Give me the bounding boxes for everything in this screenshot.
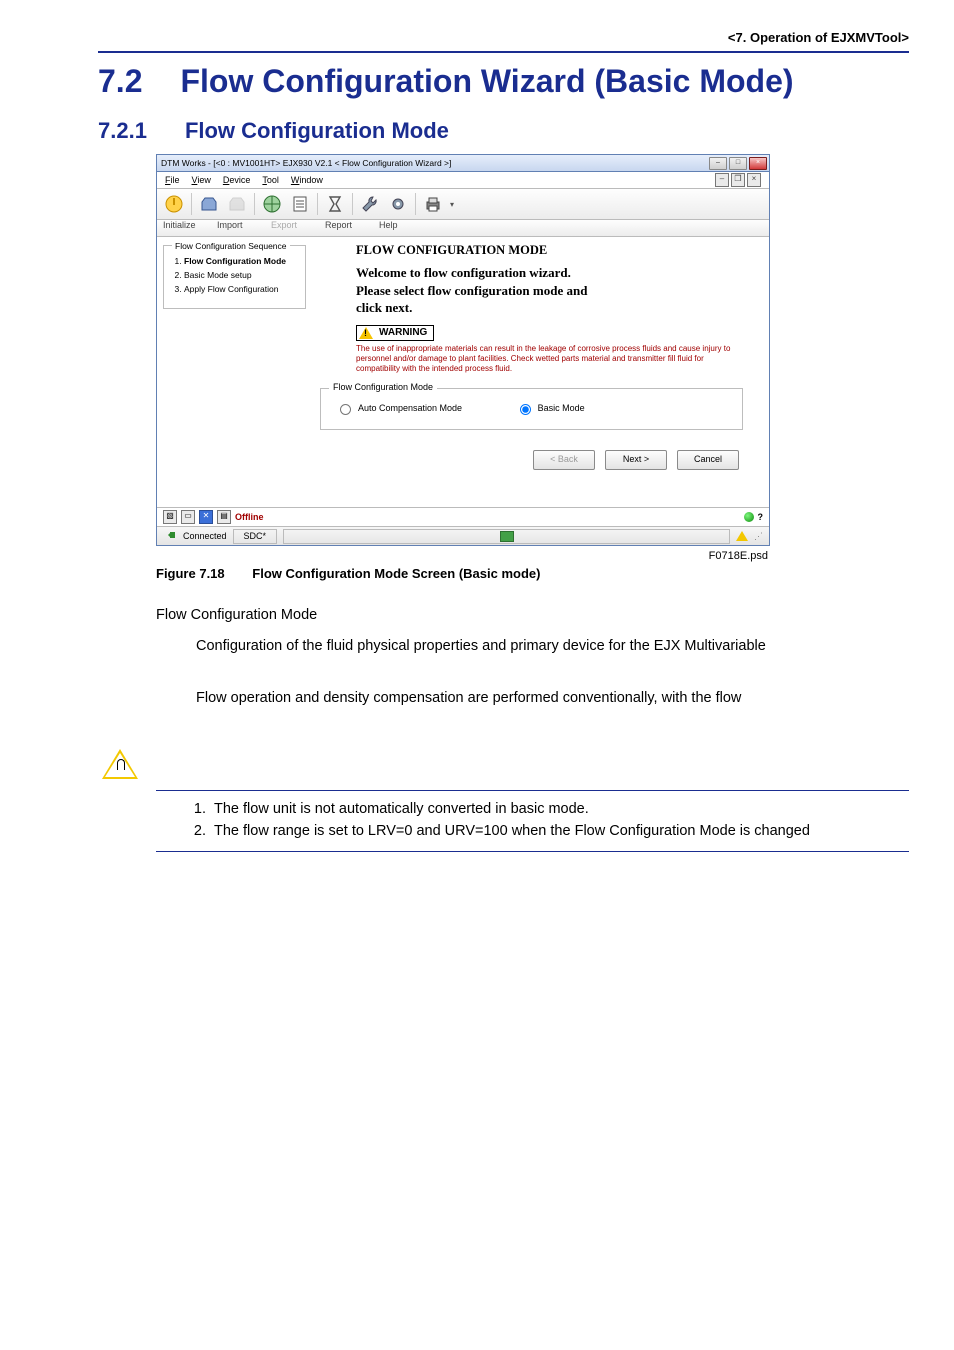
sequence-fieldset: Flow Configuration Sequence Flow Configu… xyxy=(163,245,306,309)
label-import: Import xyxy=(217,220,271,230)
psd-filename: F0718E.psd xyxy=(156,550,768,562)
menu-bar: File View Device Tool Window – ❐ × xyxy=(157,172,769,189)
figure-caption: Figure 7.18 Flow Configuration Mode Scre… xyxy=(156,566,909,581)
body-text: Flow Configuration Mode Configuration of… xyxy=(156,605,909,709)
menu-window[interactable]: Window xyxy=(291,175,323,185)
status-connected: Connected xyxy=(183,531,227,541)
warning-label: WARNING xyxy=(379,327,427,338)
h1-number: 7.2 xyxy=(98,63,142,100)
h2-text: Flow Configuration Mode xyxy=(185,118,449,144)
window-maximize-button[interactable]: □ xyxy=(729,157,747,170)
running-head: <7. Operation of EJXMVTool> xyxy=(98,30,909,45)
note-rule-top xyxy=(156,790,909,791)
next-button[interactable]: Next > xyxy=(605,450,667,470)
wizard-sidebar: Flow Configuration Sequence Flow Configu… xyxy=(157,237,312,507)
radio-basic-input[interactable] xyxy=(520,404,531,415)
window-minimize-button[interactable]: – xyxy=(709,157,727,170)
status-offline: Offline xyxy=(235,512,264,522)
figure-number: Figure 7.18 xyxy=(156,566,225,581)
h1-text: Flow Configuration Wizard (Basic Mode) xyxy=(180,63,793,100)
wizard-client: Flow Configuration Sequence Flow Configu… xyxy=(157,237,769,507)
toolbar-hourglass-icon[interactable] xyxy=(324,193,346,215)
toolbar-wrench-icon[interactable] xyxy=(359,193,381,215)
wizard-page-title: FLOW CONFIGURATION MODE xyxy=(356,243,753,258)
toolbar-export-icon xyxy=(226,193,248,215)
status-icon-3[interactable]: ✕ xyxy=(199,510,213,524)
sequence-step-3: Apply Flow Configuration xyxy=(184,284,299,294)
toolbar-dropdown-icon[interactable]: ▾ xyxy=(450,200,454,209)
toolbar-print-icon[interactable] xyxy=(422,193,444,215)
mdi-close-button[interactable]: × xyxy=(747,173,761,187)
header-rule xyxy=(98,51,909,53)
warning-triangle-icon xyxy=(359,327,373,339)
radio-basic-mode[interactable]: Basic Mode xyxy=(515,401,585,415)
radio-basic-label: Basic Mode xyxy=(538,403,585,413)
label-help: Help xyxy=(379,220,433,230)
radio-auto-input[interactable] xyxy=(340,404,351,415)
wizard-main: FLOW CONFIGURATION MODE Welcome to flow … xyxy=(312,237,769,507)
app-screenshot: DTM Works - [<0 : MV1001HT> EJX930 V2.1 … xyxy=(156,154,770,546)
section-heading-2: 7.2.1 Flow Configuration Mode xyxy=(98,118,909,144)
status-center-slot xyxy=(283,529,730,544)
welcome-line-1: Welcome to flow configuration wizard. xyxy=(356,264,753,282)
window-titlebar: DTM Works - [<0 : MV1001HT> EJX930 V2.1 … xyxy=(157,155,769,172)
body-p2: Configuration of the fluid physical prop… xyxy=(196,636,909,657)
toolbar-report-globe-icon[interactable] xyxy=(261,193,283,215)
toolbar-import-icon[interactable] xyxy=(198,193,220,215)
label-report: Report xyxy=(325,220,379,230)
window-title: DTM Works - [<0 : MV1001HT> EJX930 V2.1 … xyxy=(161,158,451,168)
resize-grip-icon[interactable]: ⋰ xyxy=(754,531,763,542)
toolbar: ▾ xyxy=(157,189,769,220)
status-strip-bottom: Connected SDC* ⋰ xyxy=(157,526,769,545)
menu-file[interactable]: File xyxy=(165,175,180,185)
radio-auto-label: Auto Compensation Mode xyxy=(358,403,462,413)
welcome-line-2: Please select flow configuration mode an… xyxy=(356,282,753,300)
section-heading-1: 7.2 Flow Configuration Wizard (Basic Mod… xyxy=(98,63,909,100)
label-initialize: Initialize xyxy=(163,220,217,230)
mode-fieldset: Flow Configuration Mode Auto Compensatio… xyxy=(320,388,743,430)
welcome-line-3: click next. xyxy=(356,299,753,317)
back-button[interactable]: < Back xyxy=(533,450,595,470)
note-rule-bottom xyxy=(156,851,909,852)
cancel-button[interactable]: Cancel xyxy=(677,450,739,470)
mdi-restore-button[interactable]: ❐ xyxy=(731,173,745,187)
toolbar-report-list-icon[interactable] xyxy=(289,193,311,215)
window-close-button[interactable]: × xyxy=(749,157,767,170)
status-icon-2[interactable]: ▭ xyxy=(181,510,195,524)
note-triangle-icon xyxy=(102,749,138,779)
status-strip-top: ▧ ▭ ✕ ▤ Offline ? xyxy=(157,507,769,526)
status-help-icon[interactable]: ? xyxy=(758,512,764,522)
status-icon-1[interactable]: ▧ xyxy=(163,510,177,524)
label-export: Export xyxy=(271,220,325,230)
warning-badge: WARNING xyxy=(356,325,434,341)
warning-text: The use of inappropriate materials can r… xyxy=(356,344,743,374)
status-sdc: SDC* xyxy=(233,529,278,544)
toolbar-gear-icon[interactable] xyxy=(387,193,409,215)
plug-icon xyxy=(163,529,177,543)
radio-auto-compensation[interactable]: Auto Compensation Mode xyxy=(335,401,462,415)
menu-device[interactable]: Device xyxy=(223,175,251,185)
sequence-step-2: Basic Mode setup xyxy=(184,270,299,280)
status-icon-4[interactable]: ▤ xyxy=(217,510,231,524)
body-p1: Flow Configuration Mode xyxy=(156,605,909,626)
status-ball-icon xyxy=(744,512,754,522)
note-block: The flow unit is not automatically conve… xyxy=(156,749,909,852)
sequence-legend: Flow Configuration Sequence xyxy=(172,241,290,251)
menu-view[interactable]: View xyxy=(192,175,211,185)
sequence-step-1: Flow Configuration Mode xyxy=(184,256,299,266)
toolbar-initialize-icon[interactable] xyxy=(163,193,185,215)
note-item-2: The flow range is set to LRV=0 and URV=1… xyxy=(210,821,909,843)
status-warning-icon xyxy=(736,531,748,541)
note-item-1: The flow unit is not automatically conve… xyxy=(210,799,909,821)
h2-number: 7.2.1 xyxy=(98,118,147,144)
figure-text: Flow Configuration Mode Screen (Basic mo… xyxy=(252,566,540,581)
mdi-minimize-button[interactable]: – xyxy=(715,173,729,187)
mode-legend: Flow Configuration Mode xyxy=(329,382,437,392)
toolbar-label-row: Initialize Import Export Report Help xyxy=(157,220,769,237)
menu-tool[interactable]: Tool xyxy=(262,175,279,185)
body-p3: Flow operation and density compensation … xyxy=(196,688,909,709)
